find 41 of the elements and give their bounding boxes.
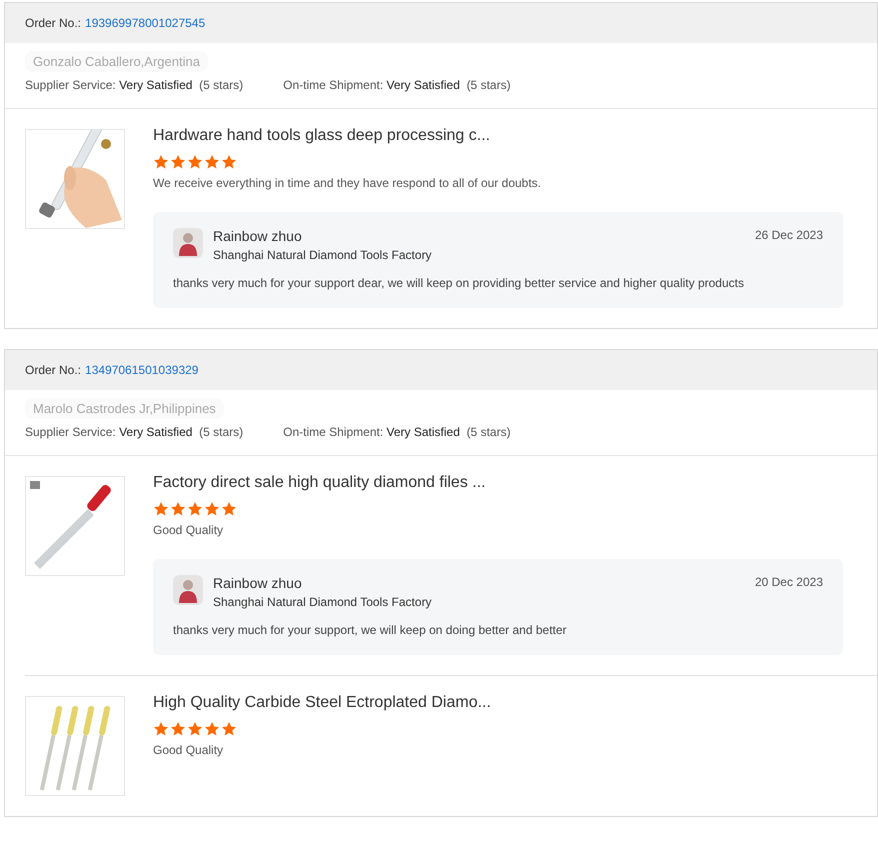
rating-text: Supplier Service: Very Satisfied (5 stars) — [25, 425, 244, 439]
star-icon — [187, 154, 203, 170]
star-icon — [170, 721, 186, 737]
reply-text: thanks very much for your support, we will keep on doing better and better — [173, 623, 568, 637]
review-text: We receive everything in time and they have respond to all of our doubts. — [153, 176, 542, 190]
order-number-link[interactable]: 193969978001027545 — [85, 16, 206, 30]
review-text: Good Quality — [153, 743, 224, 757]
buyer-name: Gonzalo Caballero,Argentina — [25, 51, 208, 72]
replier-name: Rainbow zhuo — [213, 575, 303, 591]
product-title[interactable]: High Quality Carbide Steel Ectroplated Diamo... — [153, 694, 843, 712]
order-label: Order No.: — [25, 363, 82, 377]
order-number-link[interactable]: 13497061501039329 — [85, 363, 198, 377]
avatar-icon — [173, 575, 203, 605]
star-icon — [221, 154, 237, 170]
star-icon — [170, 501, 186, 517]
star-icon — [153, 501, 169, 517]
replier-name: Rainbow zhuo — [213, 228, 303, 244]
star-icon — [221, 721, 237, 737]
star-icon — [204, 501, 220, 517]
star-icon — [153, 154, 169, 170]
replier-company: Shanghai Natural Diamond Tools Factory — [213, 248, 433, 262]
replier-company: Shanghai Natural Diamond Tools Factory — [213, 595, 433, 609]
star-icon — [170, 154, 186, 170]
reply-date: 26 Dec 2023 — [754, 228, 823, 242]
reply-text: thanks very much for your support dear, we will keep on providing better service and higher quality products — [173, 276, 745, 290]
star-icon — [187, 721, 203, 737]
avatar-icon — [173, 228, 203, 258]
star-icon — [204, 154, 220, 170]
rating-text: On-time Shipment: Very Satisfied (5 stars) — [283, 78, 511, 92]
star-icon — [187, 501, 203, 517]
reply-date: 20 Dec 2023 — [754, 575, 823, 589]
star-icon — [221, 501, 237, 517]
rating-text: On-time Shipment: Very Satisfied (5 stars) — [283, 425, 511, 439]
order-label: Order No.: — [25, 16, 82, 30]
product-title[interactable]: Hardware hand tools glass deep processing c... — [153, 127, 843, 145]
product-title[interactable]: Factory direct sale high quality diamond files ... — [153, 474, 843, 492]
rating-text: Supplier Service: Very Satisfied (5 stars) — [25, 78, 244, 92]
buyer-name: Marolo Castrodes Jr,Philippines — [25, 398, 224, 419]
star-icon — [204, 721, 220, 737]
star-icon — [153, 721, 169, 737]
review-text: Good Quality — [153, 523, 224, 537]
